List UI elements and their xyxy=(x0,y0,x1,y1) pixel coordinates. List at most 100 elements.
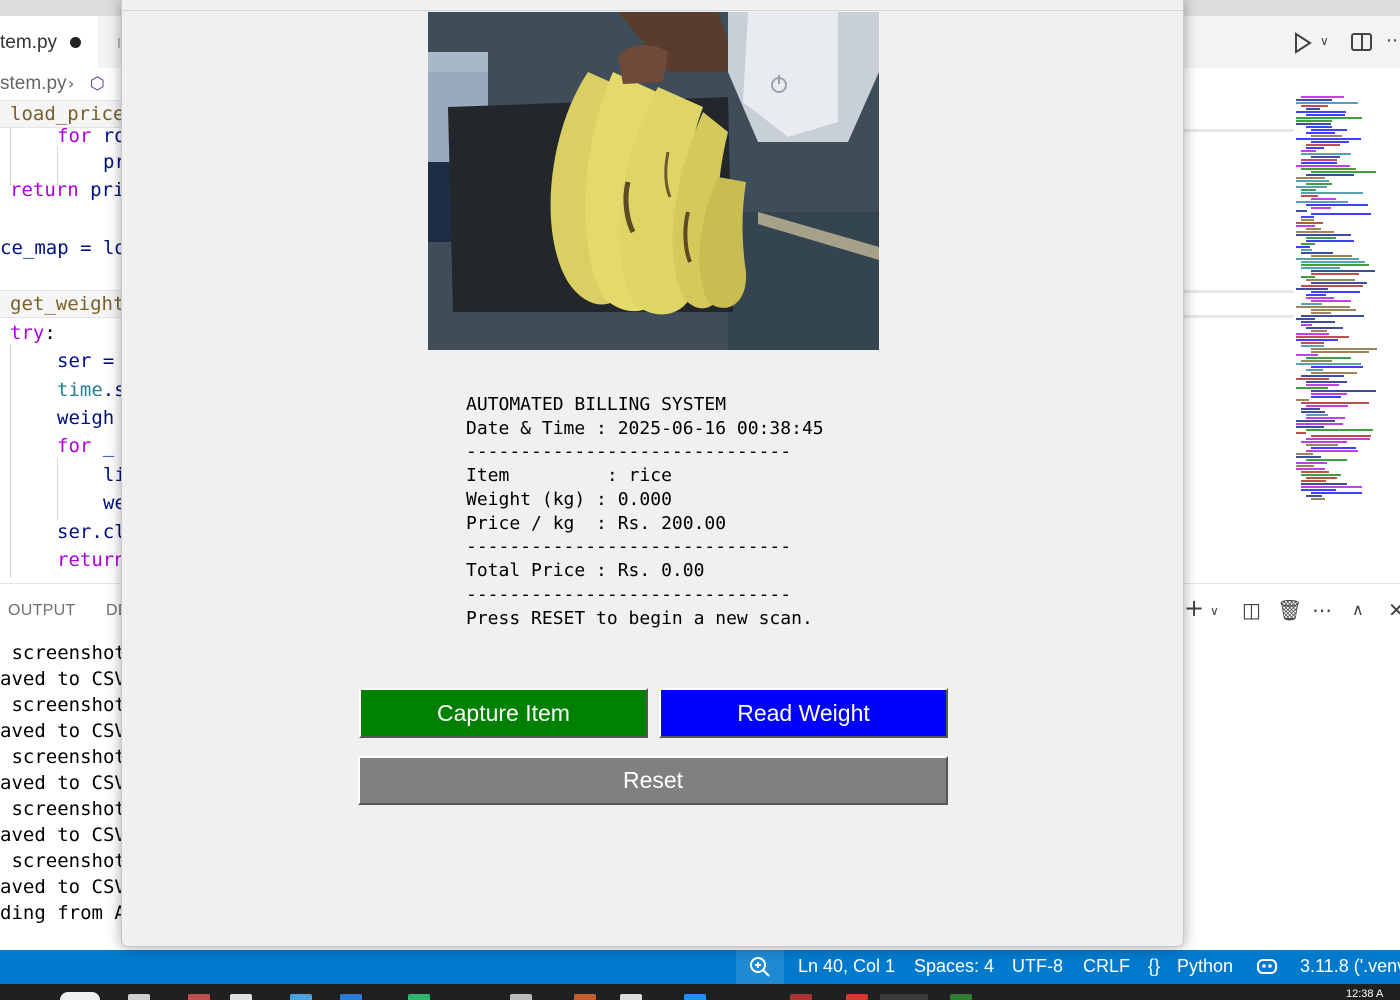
chevron-right-icon: › xyxy=(68,74,75,93)
trash-icon[interactable]: 🗑 xyxy=(1277,598,1302,622)
app-icon[interactable] xyxy=(290,994,312,1000)
clock[interactable]: 12:38 A xyxy=(1346,988,1383,1000)
minimap-line xyxy=(1311,351,1369,353)
receipt-price-value: Rs. 200.00 xyxy=(617,513,727,534)
receipt-total: Total Price : Rs. 0.00 xyxy=(466,559,704,583)
minimap-line xyxy=(1306,132,1335,134)
output-line: aved to CSV: xyxy=(0,824,138,846)
output-line: aved to CSV: xyxy=(0,876,138,898)
minimap-line xyxy=(1306,237,1336,239)
minimap-line xyxy=(1311,207,1331,209)
line-ending[interactable]: CRLF xyxy=(1083,956,1130,977)
capture-item-button[interactable]: Capture Item xyxy=(359,688,648,738)
minimap-line xyxy=(1301,267,1340,269)
python-interpreter[interactable]: 3.11.8 ('.venv xyxy=(1300,956,1400,977)
code-line: return xyxy=(57,549,122,571)
zoom-icon[interactable] xyxy=(736,950,784,984)
minimap-line xyxy=(1301,360,1332,362)
app-icon[interactable] xyxy=(950,994,972,1000)
app-icon[interactable] xyxy=(620,994,642,1000)
minimap-line xyxy=(1306,495,1322,497)
app-icon[interactable] xyxy=(846,994,868,1000)
app-icon[interactable] xyxy=(230,994,252,1000)
breadcrumb-file[interactable]: stem.py xyxy=(0,73,67,95)
code-line: for ro xyxy=(57,125,122,147)
minimap-line xyxy=(1296,222,1323,224)
output-line: screenshot xyxy=(0,694,126,716)
chevron-up-icon[interactable]: ∧ xyxy=(1352,600,1364,619)
app-icon[interactable] xyxy=(574,994,596,1000)
code-line: li xyxy=(103,464,122,486)
receipt-price: Price / kg : Rs. 200.00 xyxy=(466,512,726,536)
read-weight-button[interactable]: Read Weight xyxy=(659,688,948,738)
minimap-line xyxy=(1296,123,1331,125)
app-icon[interactable] xyxy=(340,994,362,1000)
minimap-line xyxy=(1296,225,1315,227)
minimap-line xyxy=(1311,156,1340,158)
panel-tab-output[interactable]: OUTPUT xyxy=(8,602,76,620)
chevron-down-icon[interactable]: ∨ xyxy=(1320,34,1329,48)
more-actions-icon[interactable]: ⋯ xyxy=(1386,30,1400,51)
minimap-line xyxy=(1306,279,1355,281)
app-icon[interactable] xyxy=(510,994,532,1000)
minimap-line xyxy=(1306,174,1354,176)
encoding[interactable]: UTF-8 xyxy=(1012,956,1063,977)
code-line: return pri xyxy=(10,179,122,201)
app-icon[interactable] xyxy=(188,994,210,1000)
minimap-line xyxy=(1306,384,1339,386)
minimap-line xyxy=(1306,183,1332,185)
minimap-line xyxy=(1296,456,1321,458)
close-icon[interactable]: ✕ xyxy=(1388,598,1400,622)
more-actions-icon[interactable]: ⋯ xyxy=(1312,598,1332,622)
play-icon[interactable] xyxy=(1293,32,1313,54)
minimap-line xyxy=(1296,111,1346,113)
language-mode[interactable]: Python xyxy=(1177,956,1233,977)
minimap-line xyxy=(1296,336,1349,338)
cube-symbol-icon[interactable]: ⬡ xyxy=(90,74,105,94)
minimap-line xyxy=(1301,159,1337,161)
cursor-position[interactable]: Ln 40, Col 1 xyxy=(798,956,895,977)
minimap-line xyxy=(1311,498,1325,500)
minimap-line xyxy=(1296,378,1329,380)
minimap-line xyxy=(1301,153,1351,155)
minimap-line xyxy=(1306,417,1345,419)
minimap-line xyxy=(1296,186,1327,188)
indentation[interactable]: Spaces: 4 xyxy=(914,956,994,977)
minimap-line xyxy=(1301,411,1325,413)
unsaved-dot-icon[interactable] xyxy=(70,37,81,48)
task-view-icon[interactable] xyxy=(128,994,150,1000)
minimap-line xyxy=(1296,288,1328,290)
reset-button[interactable]: Reset xyxy=(358,756,948,805)
minimap-line xyxy=(1296,201,1348,203)
minimap-line xyxy=(1311,492,1362,494)
editor-tab[interactable]: tem.py xyxy=(0,16,98,68)
receipt-title: AUTOMATED BILLING SYSTEM xyxy=(466,394,727,415)
minimap-line xyxy=(1301,483,1347,485)
search-icon[interactable] xyxy=(60,992,100,1000)
minimap-line xyxy=(1301,471,1329,473)
app-icon[interactable] xyxy=(408,994,430,1000)
copilot-icon[interactable] xyxy=(1256,956,1278,981)
minimap[interactable] xyxy=(1296,96,1382,506)
app-icon[interactable] xyxy=(684,994,706,1000)
editor-tab-next[interactable] xyxy=(118,38,120,48)
minimap-line xyxy=(1296,102,1358,104)
split-panel-icon[interactable]: ◫ xyxy=(1242,598,1261,622)
minimap-line xyxy=(1311,270,1375,272)
vscode-taskbar-icon[interactable] xyxy=(880,994,928,1000)
add-icon[interactable]: + xyxy=(1184,594,1204,622)
chevron-down-icon[interactable]: ∨ xyxy=(1210,604,1219,618)
minimap-line xyxy=(1301,105,1328,107)
code-editor[interactable]: load_price for ro pr return pri ce_map =… xyxy=(0,98,122,578)
minimap-line xyxy=(1301,195,1318,197)
minimap-line xyxy=(1296,432,1306,434)
receipt-weight: Weight (kg) : 0.000 xyxy=(466,488,672,512)
minimap-line xyxy=(1301,486,1362,488)
code-line: ser = xyxy=(57,350,122,372)
app-icon[interactable] xyxy=(790,994,812,1000)
minimap-line xyxy=(1296,363,1361,365)
minimap-line xyxy=(1301,480,1326,482)
minimap-line xyxy=(1301,261,1365,263)
minimap-line xyxy=(1306,369,1323,371)
split-editor-icon[interactable] xyxy=(1351,33,1372,51)
